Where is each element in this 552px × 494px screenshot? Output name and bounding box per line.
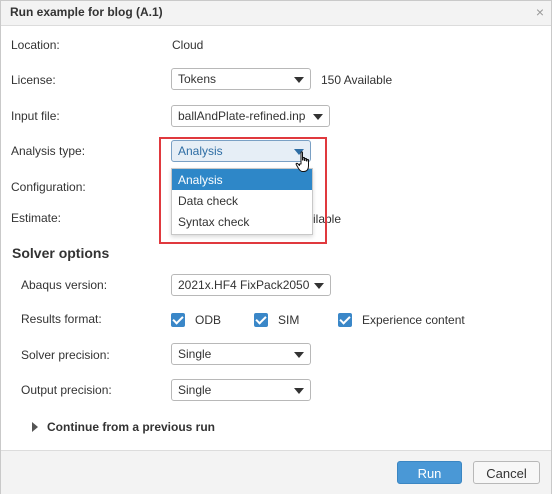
solver-precision-select[interactable]: Single <box>171 343 311 365</box>
analysis-type-label: Analysis type: <box>11 144 86 158</box>
output-precision-select-value: Single <box>178 383 212 397</box>
triangle-right-icon[interactable] <box>32 422 38 432</box>
sim-checkbox[interactable] <box>254 313 268 327</box>
chevron-down-icon <box>294 77 304 83</box>
solver-options-heading: Solver options <box>12 245 110 261</box>
close-icon[interactable]: × <box>536 4 544 20</box>
results-format-label: Results format: <box>21 312 102 326</box>
configuration-label: Configuration: <box>11 180 86 194</box>
cancel-button[interactable]: Cancel <box>473 461 540 484</box>
continue-previous-run-expander[interactable]: Continue from a previous run <box>47 420 215 434</box>
odb-checkbox-label: ODB <box>195 313 222 327</box>
experience-content-checkbox-label: Experience content <box>362 313 465 327</box>
location-label: Location: <box>11 38 60 52</box>
odb-checkbox[interactable] <box>171 313 185 327</box>
run-dialog: Run example for blog (A.1) × Location: C… <box>0 0 552 494</box>
input-file-label: Input file: <box>11 109 60 123</box>
chevron-down-icon <box>294 352 304 358</box>
estimate-label: Estimate: <box>11 211 62 225</box>
run-button[interactable]: Run <box>397 461 462 484</box>
abaqus-version-select[interactable]: 2021x.HF4 FixPack2050 <box>171 274 331 296</box>
solver-precision-select-value: Single <box>178 347 212 361</box>
chevron-down-icon <box>313 114 323 120</box>
input-file-select-value: ballAndPlate-refined.inp <box>178 109 306 123</box>
license-label: License: <box>11 73 56 87</box>
location-value: Cloud <box>172 38 204 52</box>
sim-checkbox-label: SIM <box>278 313 300 327</box>
abaqus-version-label: Abaqus version: <box>21 278 108 292</box>
solver-precision-label: Solver precision: <box>21 348 110 362</box>
license-select[interactable]: Tokens <box>171 68 311 90</box>
chevron-down-icon <box>314 283 324 289</box>
experience-content-checkbox[interactable] <box>338 313 352 327</box>
hand-cursor-icon <box>295 151 309 172</box>
output-precision-select[interactable]: Single <box>171 379 311 401</box>
input-file-select[interactable]: ballAndPlate-refined.inp <box>171 105 330 127</box>
output-precision-label: Output precision: <box>21 383 112 397</box>
license-available: 150 Available <box>321 73 393 87</box>
dialog-titlebar[interactable]: Run example for blog (A.1) × <box>1 1 551 26</box>
chevron-down-icon <box>294 388 304 394</box>
license-select-value: Tokens <box>178 72 217 86</box>
abaqus-version-select-value: 2021x.HF4 FixPack2050 <box>178 278 310 292</box>
dialog-title: Run example for blog (A.1) <box>10 5 163 19</box>
dialog-footer <box>1 450 551 494</box>
